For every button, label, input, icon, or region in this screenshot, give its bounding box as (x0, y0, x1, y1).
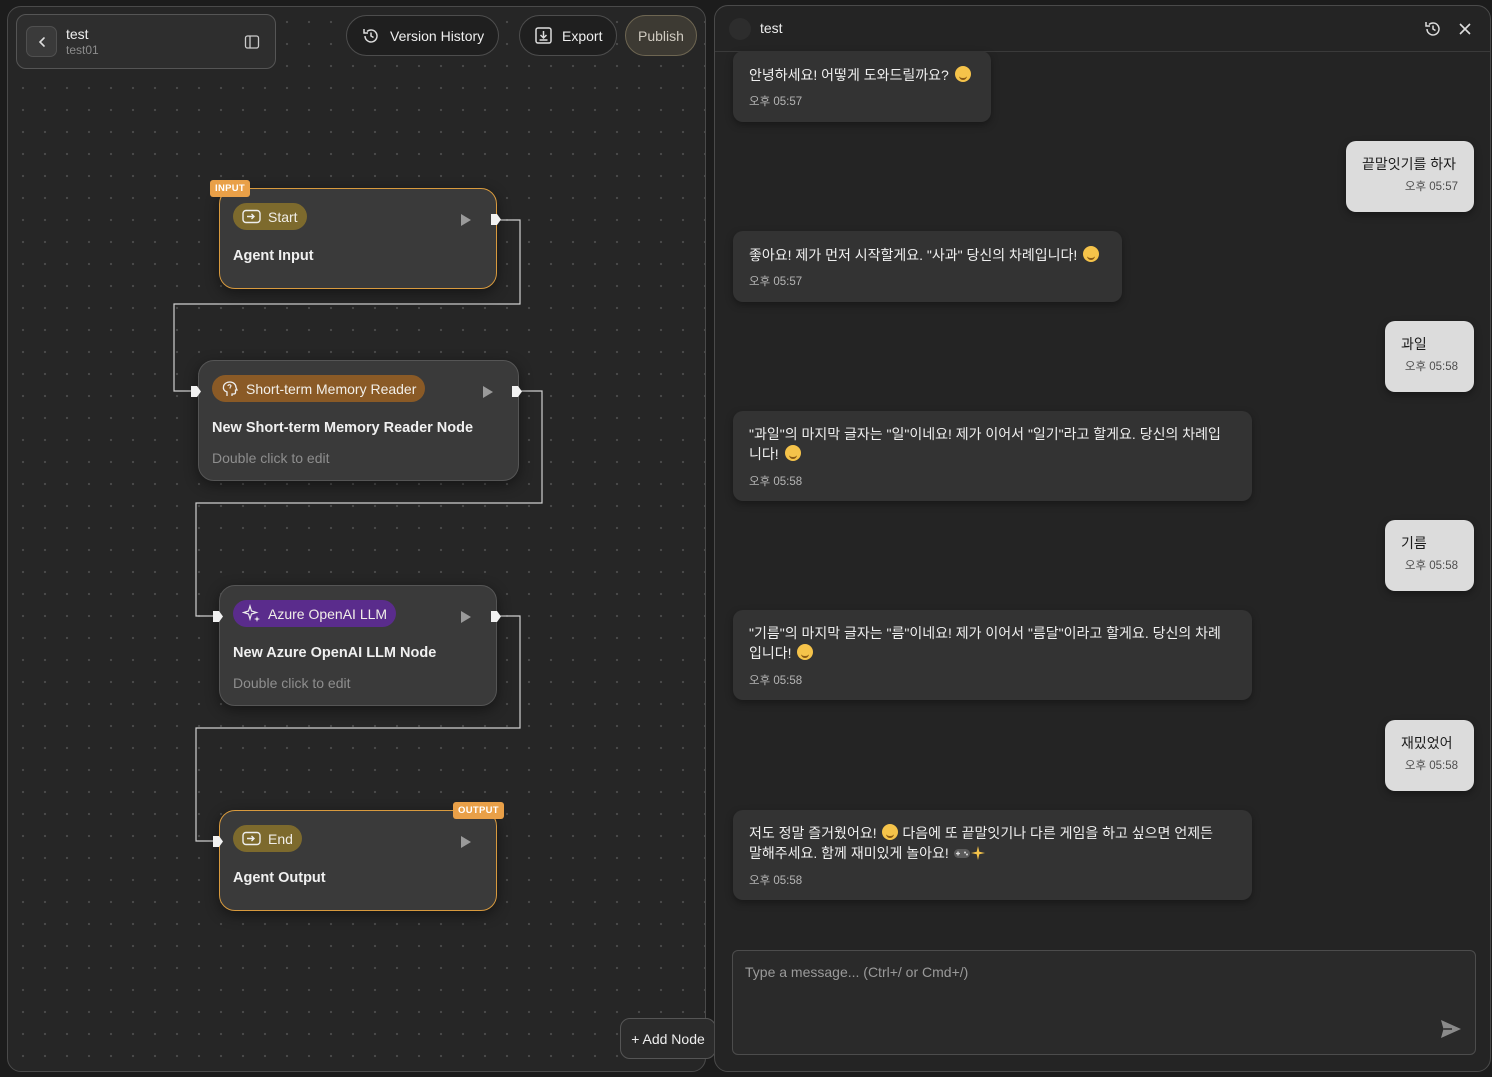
chat-message-user: 기름 오후 05:58 (1385, 520, 1474, 591)
chat-message-bot: 좋아요! 제가 먼저 시작할게요. "사과" 당신의 차례입니다! 오후 05:… (733, 231, 1122, 302)
message-time: 오후 05:58 (1404, 560, 1458, 572)
login-icon (242, 209, 261, 224)
export-button[interactable]: Export (519, 15, 618, 56)
message-text: 안녕하세요! 어떻게 도와드릴까요? (749, 65, 971, 85)
play-icon[interactable] (461, 214, 471, 226)
chat-panel: test 안녕하세요! 어떻게 도와드릴까요? 오후 05:57 끝말잇기를 하… (714, 5, 1491, 1072)
chat-message-bot: 저도 정말 즐거웠어요! 다음에 또 끝말잇기나 다른 게임을 하고 싶으면 언… (733, 810, 1252, 900)
back-button[interactable] (26, 26, 57, 57)
message-time: 오후 05:58 (749, 476, 803, 488)
message-text: 재밌었어 (1401, 735, 1453, 751)
brain-icon (222, 380, 238, 396)
chat-message-bot: 안녕하세요! 어떻게 도와드릴까요? 오후 05:57 (733, 51, 991, 122)
version-history-label: Version History (390, 27, 485, 44)
chevron-left-icon (38, 36, 45, 47)
message-text: "기름"의 마지막 글자는 "름"이네요! 제가 이어서 "름달"이라고 할게요… (749, 625, 1221, 661)
send-icon[interactable] (1439, 1018, 1463, 1040)
llm-node-title: New Azure OpenAI LLM Node (233, 645, 437, 661)
sidebar-panel-icon[interactable] (244, 34, 260, 50)
chat-message-bot: "기름"의 마지막 글자는 "름"이네요! 제가 이어서 "름달"이라고 할게요… (733, 610, 1252, 700)
output-tag: OUTPUT (453, 802, 504, 819)
message-input[interactable] (745, 961, 1425, 983)
end-node[interactable]: End Agent Output (219, 810, 497, 911)
publish-button[interactable]: Publish (625, 15, 697, 56)
message-time: 오후 05:58 (749, 675, 803, 687)
smile-emoji (1083, 246, 1100, 262)
login-icon (242, 831, 261, 846)
end-chip-label: End (268, 830, 293, 847)
chat-message-user: 재밌었어 오후 05:58 (1385, 720, 1474, 791)
message-composer[interactable] (732, 950, 1476, 1055)
message-time: 오후 05:57 (749, 96, 803, 108)
message-time: 오후 05:58 (1404, 760, 1458, 772)
add-node-button[interactable]: + Add Node (620, 1018, 716, 1059)
message-time: 오후 05:57 (749, 276, 803, 288)
message-text: "과일"의 마지막 글자는 "일"이네요! 제가 이어서 "일기"라고 할게요.… (749, 426, 1221, 462)
smile-emoji (954, 66, 971, 82)
llm-node[interactable]: Azure OpenAI LLM New Azure OpenAI LLM No… (219, 585, 497, 706)
llm-node-hint: Double click to edit (233, 675, 351, 691)
message-text: 기름 (1401, 535, 1427, 551)
message-time: 오후 05:58 (749, 875, 803, 887)
play-icon[interactable] (483, 386, 493, 398)
project-title: test (66, 25, 89, 42)
chat-header: test (715, 6, 1490, 52)
message-text: 과일 (1401, 336, 1427, 352)
sparkles-emoji (970, 846, 985, 860)
message-time: 오후 05:58 (1404, 361, 1458, 373)
export-label: Export (562, 27, 603, 44)
llm-chip-label: Azure OpenAI LLM (268, 605, 388, 622)
history-icon[interactable] (1423, 19, 1443, 39)
memory-reader-node[interactable]: Short-term Memory Reader New Short-term … (198, 360, 519, 481)
chat-message-user: 끝말잇기를 하자 오후 05:57 (1346, 141, 1474, 212)
start-node[interactable]: Start Agent Input (219, 188, 497, 289)
version-history-button[interactable]: Version History (346, 15, 500, 56)
chat-message-user: 과일 오후 05:58 (1385, 321, 1474, 392)
end-chip: End (233, 825, 302, 852)
smile-emoji (882, 824, 899, 840)
memory-reader-node-title: New Short-term Memory Reader Node (212, 420, 474, 436)
memory-reader-node-hint: Double click to edit (212, 450, 330, 466)
workflow-canvas[interactable]: test test01 Version History Export Publi… (7, 6, 706, 1072)
message-time: 오후 05:57 (1404, 181, 1458, 193)
project-subtitle: test01 (66, 42, 99, 57)
memory-reader-chip: Short-term Memory Reader (212, 375, 426, 402)
end-node-title: Agent Output (233, 870, 326, 886)
publish-label: Publish (638, 27, 684, 44)
smile-emoji (797, 644, 814, 660)
smile-emoji (784, 445, 801, 461)
chat-message-bot: "과일"의 마지막 글자는 "일"이네요! 제가 이어서 "일기"라고 할게요.… (733, 411, 1252, 501)
message-text: 좋아요! 제가 먼저 시작할게요. "사과" 당신의 차례입니다! (749, 245, 1100, 265)
avatar (729, 18, 751, 40)
project-card: test test01 (16, 14, 276, 69)
play-icon[interactable] (461, 836, 471, 848)
start-chip: Start (233, 203, 307, 230)
start-node-title: Agent Input (233, 248, 314, 264)
gamepad-emoji (953, 849, 970, 858)
close-icon[interactable] (1457, 21, 1473, 37)
memory-reader-chip-label: Short-term Memory Reader (246, 380, 417, 397)
message-text: 저도 정말 즐거웠어요! 다음에 또 끝말잇기나 다른 게임을 하고 싶으면 언… (749, 824, 1213, 861)
play-icon[interactable] (461, 611, 471, 623)
sparkles-icon (242, 604, 260, 622)
llm-chip: Azure OpenAI LLM (233, 600, 397, 627)
export-icon (535, 27, 552, 44)
connection-wires (173, 219, 543, 842)
input-tag: INPUT (210, 180, 250, 197)
history-icon (363, 28, 378, 43)
start-chip-label: Start (268, 208, 298, 225)
message-text: 끝말잇기를 하자 (1362, 156, 1457, 172)
chat-title: test (760, 20, 783, 36)
